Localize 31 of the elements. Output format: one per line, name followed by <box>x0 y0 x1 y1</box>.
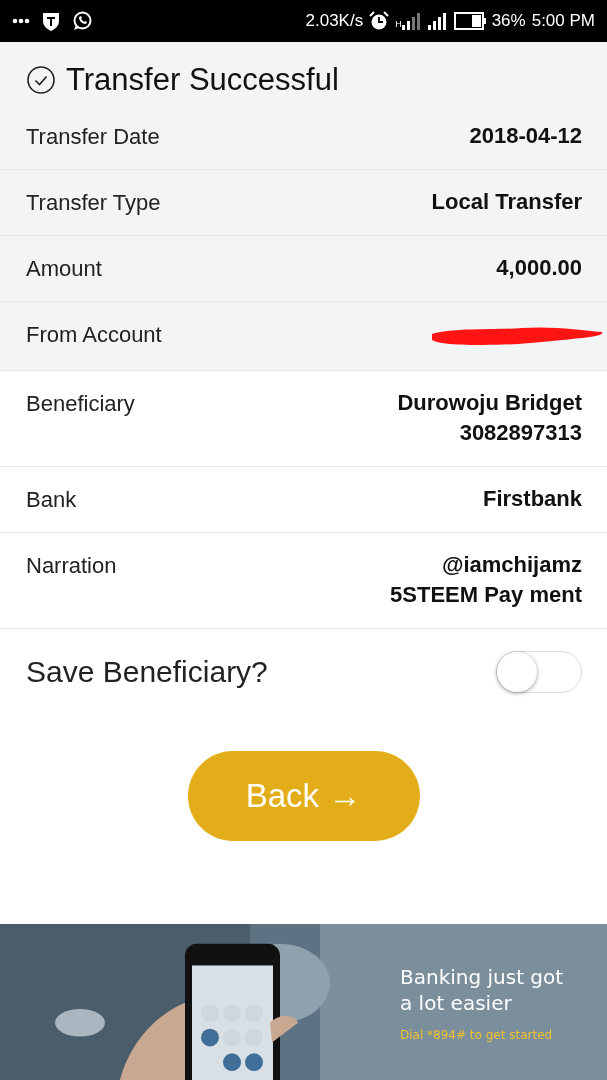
field-label: Narration <box>26 553 117 579</box>
field-label: Beneficiary <box>26 391 135 417</box>
save-beneficiary-label: Save Beneficiary? <box>26 655 268 689</box>
network-speed: 2.03K/s <box>305 11 364 31</box>
check-circle-icon <box>26 65 56 95</box>
field-label: Bank <box>26 487 77 513</box>
dialog-title: Transfer Successful <box>66 62 339 98</box>
network-type: H <box>395 19 402 29</box>
signal-icon <box>427 12 448 30</box>
field-label: Transfer Date <box>26 124 160 150</box>
chat-icon <box>72 11 92 31</box>
field-value: 2018-04-12 <box>469 122 582 150</box>
more-icon <box>12 18 30 24</box>
banner-subline: Dial *894# to get started <box>400 1028 554 1042</box>
battery-icon <box>453 12 486 30</box>
field-label: Transfer Type <box>26 190 161 216</box>
field-value: Firstbank <box>482 485 582 513</box>
battery-percent: 36% <box>491 11 526 31</box>
toggle-switch[interactable] <box>496 651 582 693</box>
field-label: From Account <box>26 322 162 348</box>
signal-icon <box>401 12 422 30</box>
field-value: @iamchijamz 5STEEM Pay ment <box>389 551 582 609</box>
alarm-icon <box>369 11 390 31</box>
field-value: 4,000.00 <box>496 254 582 282</box>
field-value: Durowoju Bridget 3082897313 <box>396 389 582 447</box>
shield-icon <box>42 11 60 31</box>
banner-headline: Banking just got a lot easier <box>400 964 565 1016</box>
field-value: Local Transfer <box>431 188 582 216</box>
back-button[interactable]: Back → <box>187 751 420 841</box>
clock-time: 5:00 PM <box>531 11 595 31</box>
field-label: Amount <box>26 256 102 282</box>
